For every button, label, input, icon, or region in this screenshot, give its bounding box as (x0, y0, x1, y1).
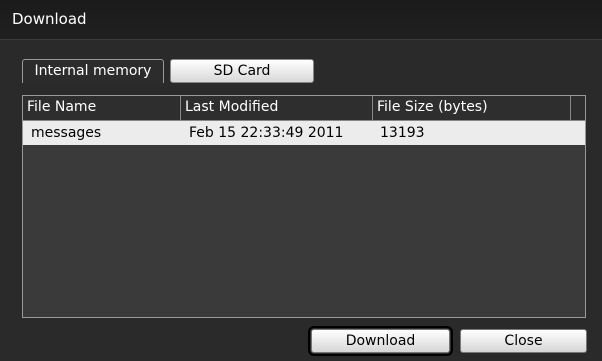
close-button[interactable]: Close (460, 329, 587, 353)
cell-file-name: messages (31, 125, 102, 141)
title-bar: Download (0, 0, 602, 40)
table-header: File Name Last Modified File Size (bytes… (23, 96, 585, 121)
cell-file-size: 13193 (380, 125, 425, 141)
file-table: File Name Last Modified File Size (bytes… (22, 95, 586, 318)
column-header-file-size[interactable]: File Size (bytes) (373, 96, 571, 120)
column-header-last-modified[interactable]: Last Modified (181, 96, 373, 120)
download-button[interactable]: Download (308, 326, 453, 356)
tab-sd-card[interactable]: SD Card (170, 59, 314, 83)
cell-last-modified: Feb 15 22:33:49 2011 (189, 125, 344, 141)
tab-internal-memory[interactable]: Internal memory (22, 59, 164, 83)
column-header-filler (571, 96, 585, 120)
download-dialog: Download Internal memory SD Card File Na… (0, 0, 602, 361)
column-header-file-name[interactable]: File Name (23, 96, 181, 120)
table-row[interactable]: messages Feb 15 22:33:49 2011 13193 (23, 121, 585, 145)
dialog-title: Download (12, 10, 87, 28)
title-divider (0, 39, 602, 40)
